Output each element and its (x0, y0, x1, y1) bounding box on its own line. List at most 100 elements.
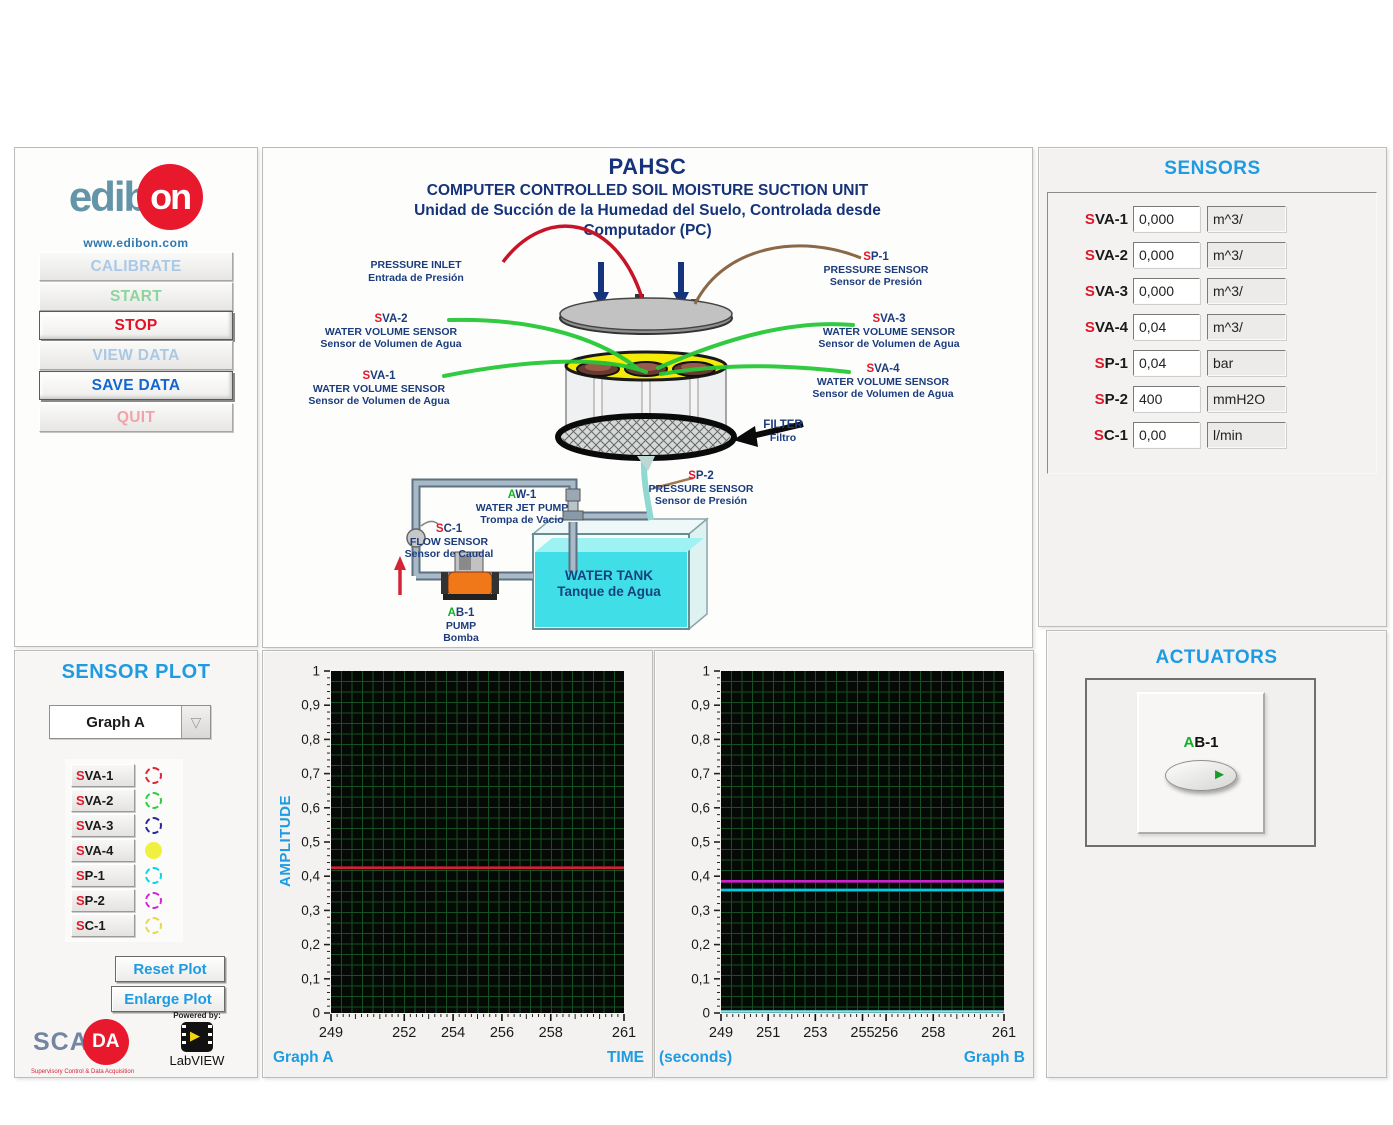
sva2-unit: m^3/ (1207, 242, 1286, 268)
legend-item-sva4: SVA-4 (71, 838, 183, 863)
plot-legend: SVA-1 SVA-2 SVA-3 SVA-4 SP-1 SP-2 (65, 759, 183, 942)
graph-a-plot: 10,90,80,70,60,50,40,30,20,1024925225425… (263, 653, 652, 1047)
sc1-value-field[interactable]: 0,00 (1133, 422, 1200, 448)
legend-swatch-sp1 (145, 867, 162, 884)
sensor-row-sp2: SP-2 400 mmH2O (1048, 385, 1376, 413)
enlarge-plot-button[interactable]: Enlarge Plot (111, 986, 225, 1012)
svg-text:0,9: 0,9 (301, 698, 320, 713)
diagram-label-sp1: SP-1 PRESSURE SENSOR Sensor de Presión (823, 251, 928, 289)
legend-swatch-sva4 (145, 842, 162, 859)
play-icon: ► (1212, 766, 1227, 783)
sp2-unit: mmH2O (1207, 386, 1286, 412)
control-panel: edib on www.edibon.com CALIBRATE START S… (14, 147, 258, 647)
svg-text:249: 249 (709, 1025, 733, 1041)
svg-text:0,7: 0,7 (301, 766, 320, 781)
svg-text:255: 255 (850, 1025, 874, 1041)
diagram-label-sp2: SP-2 PRESSURE SENSOR Sensor de Presión (648, 470, 753, 508)
ab1-actuator-control: AB-1 ► (1137, 692, 1265, 834)
labview-icon: ▶ (181, 1022, 213, 1052)
actuators-title: ACTUATORS (1047, 647, 1386, 669)
edibon-logo-text: edib (69, 173, 147, 221)
legend-button-sc1[interactable]: SC-1 (71, 914, 135, 937)
calibrate-button[interactable]: CALIBRATE (39, 252, 233, 281)
legend-item-sp1: SP-1 (71, 863, 183, 888)
legend-button-sva2[interactable]: SVA-2 (71, 789, 135, 812)
edibon-website: www.edibon.com (15, 236, 257, 250)
view-data-button[interactable]: VIEW DATA (39, 341, 233, 370)
svg-text:249: 249 (319, 1025, 343, 1041)
scada-tagline: Supervisory Control & Data Acquisition (31, 1069, 134, 1075)
sensors-panel: SENSORS SVA-1 0,000 m^3/ SVA-2 0,000 m^3… (1038, 147, 1387, 627)
sensors-title: SENSORS (1039, 158, 1386, 180)
legend-button-sva4[interactable]: SVA-4 (71, 839, 135, 862)
legend-button-sp2[interactable]: SP-2 (71, 889, 135, 912)
chevron-down-icon: ▽ (181, 706, 210, 738)
svg-text:0,2: 0,2 (301, 937, 320, 952)
diagram-label-pressure-inlet: PRESSURE INLET Entrada de Presión (368, 259, 464, 284)
sva4-value-field[interactable]: 0,04 (1133, 314, 1200, 340)
stop-button[interactable]: STOP (39, 311, 233, 340)
graph-a-panel: 10,90,80,70,60,50,40,30,20,1024925225425… (262, 650, 653, 1078)
save-data-button[interactable]: SAVE DATA (39, 371, 233, 400)
reset-plot-button[interactable]: Reset Plot (115, 956, 225, 982)
legend-swatch-sva3 (145, 817, 162, 834)
diagram-label-filter: FILTER Filtro (763, 419, 802, 444)
pressure-inlet-hose (503, 226, 642, 298)
graph-selector-value: Graph A (50, 706, 181, 738)
svg-text:258: 258 (921, 1025, 945, 1041)
actuator-box: AB-1 ► (1085, 678, 1316, 847)
svg-text:253: 253 (803, 1025, 827, 1041)
diagram-label-ab1: AB-1 PUMP Bomba (443, 607, 479, 645)
diagram-label-sva2: SVA-2 WATER VOLUME SENSOR Sensor de Volu… (320, 313, 461, 351)
legend-swatch-sva1 (145, 767, 162, 784)
legend-item-sva1: SVA-1 (71, 763, 183, 788)
sensor-row-sc1: SC-1 0,00 l/min (1048, 421, 1376, 449)
legend-item-sc1: SC-1 (71, 913, 183, 938)
diagram-label-sva1: SVA-1 WATER VOLUME SENSOR Sensor de Volu… (308, 370, 449, 408)
start-button[interactable]: START (39, 282, 233, 311)
svg-text:0: 0 (312, 1006, 320, 1021)
flow-direction-arrow (394, 556, 406, 595)
sensor-row-sva4: SVA-4 0,04 m^3/ (1048, 313, 1376, 341)
seconds-axis-label: (seconds) (659, 1049, 732, 1067)
svg-text:252: 252 (392, 1025, 416, 1041)
svg-text:0,2: 0,2 (691, 937, 710, 952)
svg-text:261: 261 (612, 1025, 636, 1041)
sp2-value-field[interactable]: 400 (1133, 386, 1200, 412)
scada-application-window: edib on www.edibon.com CALIBRATE START S… (0, 0, 1393, 1125)
svg-text:0,8: 0,8 (691, 732, 710, 747)
sva1-value-field[interactable]: 0,000 (1133, 206, 1200, 232)
sp1-value-field[interactable]: 0,04 (1133, 350, 1200, 376)
ab1-actuator-label: AB-1 (1139, 734, 1263, 751)
sva2-value-field[interactable]: 0,000 (1133, 242, 1200, 268)
edibon-logo: edib on (15, 164, 257, 230)
svg-text:251: 251 (756, 1025, 780, 1041)
legend-button-sva3[interactable]: SVA-3 (71, 814, 135, 837)
svg-text:0,6: 0,6 (691, 800, 710, 815)
legend-item-sva2: SVA-2 (71, 788, 183, 813)
svg-text:0: 0 (702, 1006, 710, 1021)
graph-selector-dropdown[interactable]: Graph A ▽ (49, 705, 211, 739)
legend-swatch-sp2 (145, 892, 162, 909)
sva1-unit: m^3/ (1207, 206, 1286, 232)
diagram-label-aw1: AW-1 WATER JET PUMP Trompa de Vacio (476, 489, 569, 527)
sva4-unit: m^3/ (1207, 314, 1286, 340)
svg-text:0,8: 0,8 (301, 732, 320, 747)
diagram-label-sc1: SC-1 FLOW SENSOR Sensor de Caudal (405, 523, 494, 561)
quit-button[interactable]: QUIT (39, 403, 233, 432)
legend-item-sva3: SVA-3 (71, 813, 183, 838)
svg-text:0,7: 0,7 (691, 766, 710, 781)
actuators-panel: ACTUATORS AB-1 ► (1046, 630, 1387, 1078)
diagram-label-sva3: SVA-3 WATER VOLUME SENSOR Sensor de Volu… (818, 313, 959, 351)
legend-button-sva1[interactable]: SVA-1 (71, 764, 135, 787)
process-diagram-panel: PAHSC COMPUTER CONTROLLED SOIL MOISTURE … (262, 147, 1033, 648)
svg-text:0,6: 0,6 (301, 800, 320, 815)
labview-logo: Powered by: ▶ LabVIEW (157, 1011, 237, 1068)
sensor-row-sva1: SVA-1 0,000 m^3/ (1048, 205, 1376, 233)
edibon-logo-circle: on (137, 164, 203, 230)
svg-text:0,3: 0,3 (301, 903, 320, 918)
legend-button-sp1[interactable]: SP-1 (71, 864, 135, 887)
svg-text:254: 254 (441, 1025, 465, 1041)
sva3-value-field[interactable]: 0,000 (1133, 278, 1200, 304)
ab1-toggle-button[interactable]: ► (1165, 760, 1237, 791)
